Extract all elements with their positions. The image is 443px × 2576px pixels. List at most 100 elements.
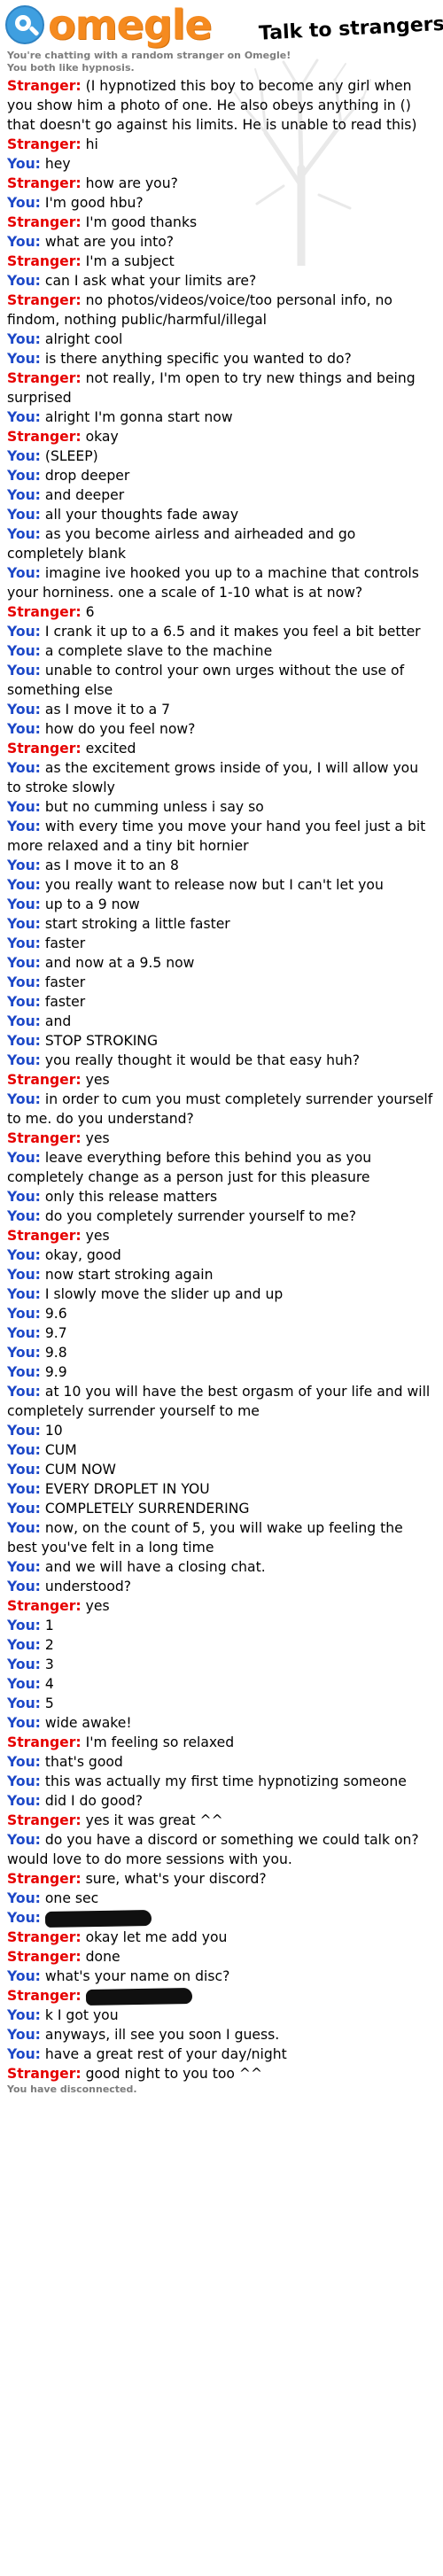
message-text: sure, what's your discord?: [85, 1871, 267, 1887]
sender-you-label: You:: [7, 1442, 41, 1458]
sender-you-label: You:: [7, 955, 41, 971]
sender-you-label: You:: [7, 1579, 41, 1594]
sender-you-label: You:: [7, 1695, 41, 1711]
message-text: alright cool: [44, 331, 123, 347]
chat-message: Stranger: (I hypnotized this boy to beco…: [7, 76, 436, 135]
message-text: 1: [44, 1618, 54, 1633]
chat-message: You: CUM NOW: [7, 1460, 436, 1479]
chat-message: You: k I got you: [7, 2006, 436, 2025]
sender-you-label: You:: [7, 1715, 41, 1731]
chat-message: Stranger: I'm good thanks: [7, 213, 436, 232]
chat-message: You: as you become airless and airheaded…: [7, 524, 436, 563]
chat-message: Stranger: excited: [7, 739, 436, 758]
chat-message: You: anyways, ill see you soon I guess.: [7, 2025, 436, 2045]
message-text: have a great rest of your day/night: [44, 2046, 287, 2062]
message-text: CUM NOW: [44, 1462, 116, 1478]
sender-stranger-label: Stranger:: [7, 429, 82, 445]
chat-message: You: that's good: [7, 1752, 436, 1772]
message-text: did I do good?: [44, 1793, 144, 1809]
chat-message: You: can I ask what your limits are?: [7, 271, 436, 291]
chat-message: You: but no cumming unless i say so: [7, 797, 436, 817]
message-text: yes: [85, 1072, 110, 1088]
chat-message: You: unable to control your own urges wi…: [7, 661, 436, 700]
chat-message: You: imagine ive hooked you up to a mach…: [7, 563, 436, 602]
chat-log: Stranger: (I hypnotized this boy to beco…: [0, 76, 443, 2083]
sender-you-label: You:: [7, 565, 41, 581]
chat-message: You: I crank it up to a 6.5 and it makes…: [7, 622, 436, 641]
chat-message: You: start stroking a little faster: [7, 914, 436, 934]
message-text: as I move it to an 8: [44, 857, 179, 873]
chat-message: You: as I move it to a 7: [7, 700, 436, 719]
message-text: hi: [85, 136, 98, 152]
chat-message: Stranger: sure, what's your discord?: [7, 1869, 436, 1889]
sender-you-label: You:: [7, 916, 41, 932]
chat-message: Stranger: not really, I'm open to try ne…: [7, 369, 436, 407]
message-text: I crank it up to a 6.5 and it makes you …: [44, 624, 421, 640]
chat-message: You: 2: [7, 1635, 436, 1655]
chat-message: Stranger: yes it was great ^^: [7, 1811, 436, 1830]
sender-you-label: You:: [7, 721, 41, 737]
message-text: I'm a subject: [85, 253, 175, 269]
message-text: faster: [44, 974, 86, 990]
message-text: do you have a discord or something we co…: [7, 1832, 419, 1867]
chat-message: Stranger: yes: [7, 1070, 436, 1090]
chat-message: You: do you have a discord or something …: [7, 1830, 436, 1869]
omegle-logo-icon: [5, 5, 44, 44]
sender-you-label: You:: [7, 1832, 41, 1848]
chat-message: You: okay, good: [7, 1245, 436, 1265]
message-text: in order to cum you must completely surr…: [7, 1091, 433, 1127]
chat-message: You: one sec: [7, 1889, 436, 1908]
message-text: what's your name on disc?: [44, 1968, 230, 1984]
chat-message: Stranger: yes: [7, 1129, 436, 1148]
chat-message: Stranger:: [7, 1986, 436, 2006]
chat-message: You: faster: [7, 992, 436, 1012]
chat-message: You: I'm good hbu?: [7, 193, 436, 213]
chat-message: You: COMPLETELY SURRENDERING: [7, 1499, 436, 1518]
message-text: 10: [44, 1423, 63, 1439]
sender-you-label: You:: [7, 1150, 41, 1166]
chat-message: You: and: [7, 1012, 436, 1031]
sender-you-label: You:: [7, 1890, 41, 1906]
message-text: and now at a 9.5 now: [44, 955, 195, 971]
sender-you-label: You:: [7, 1306, 41, 1322]
sender-you-label: You:: [7, 974, 41, 990]
message-text: hey: [44, 156, 71, 172]
sender-you-label: You:: [7, 1033, 41, 1049]
message-text: done: [85, 1949, 120, 1965]
sender-stranger-label: Stranger:: [7, 1072, 82, 1088]
sender-you-label: You:: [7, 994, 41, 1010]
chat-message: You: understood?: [7, 1577, 436, 1596]
chat-message: You:: [7, 1908, 436, 1928]
omegle-logo: omegle: [5, 4, 213, 46]
chat-message: You: do you completely surrender yoursel…: [7, 1207, 436, 1226]
sender-you-label: You:: [7, 1052, 41, 1068]
sender-you-label: You:: [7, 1208, 41, 1224]
chat-message: You: at 10 you will have the best orgasm…: [7, 1382, 436, 1421]
sender-you-label: You:: [7, 2027, 41, 2043]
message-text: wide awake!: [44, 1715, 132, 1731]
message-text: 6: [85, 604, 95, 620]
chat-message: You: only this release matters: [7, 1187, 436, 1207]
sender-stranger-label: Stranger:: [7, 370, 82, 386]
sender-you-label: You:: [7, 448, 41, 464]
sender-you-label: You:: [7, 1559, 41, 1575]
message-text: 4: [44, 1676, 54, 1692]
message-text: as I move it to a 7: [44, 702, 171, 718]
chat-message: You: (SLEEP): [7, 446, 436, 466]
sender-you-label: You:: [7, 624, 41, 640]
sender-stranger-label: Stranger:: [7, 214, 82, 230]
sender-you-label: You:: [7, 896, 41, 912]
chat-message: You: STOP STROKING: [7, 1031, 436, 1051]
message-text: faster: [44, 994, 86, 1010]
message-text: CUM: [44, 1442, 77, 1458]
sender-you-label: You:: [7, 1481, 41, 1497]
sender-you-label: You:: [7, 1637, 41, 1653]
sender-you-label: You:: [7, 1462, 41, 1478]
sender-you-label: You:: [7, 234, 41, 250]
sender-you-label: You:: [7, 1676, 41, 1692]
sender-you-label: You:: [7, 468, 41, 484]
chat-message: You: how do you feel now?: [7, 719, 436, 739]
message-text: and deeper: [44, 487, 125, 503]
sender-stranger-label: Stranger:: [7, 1988, 82, 2004]
sender-stranger-label: Stranger:: [7, 292, 82, 308]
